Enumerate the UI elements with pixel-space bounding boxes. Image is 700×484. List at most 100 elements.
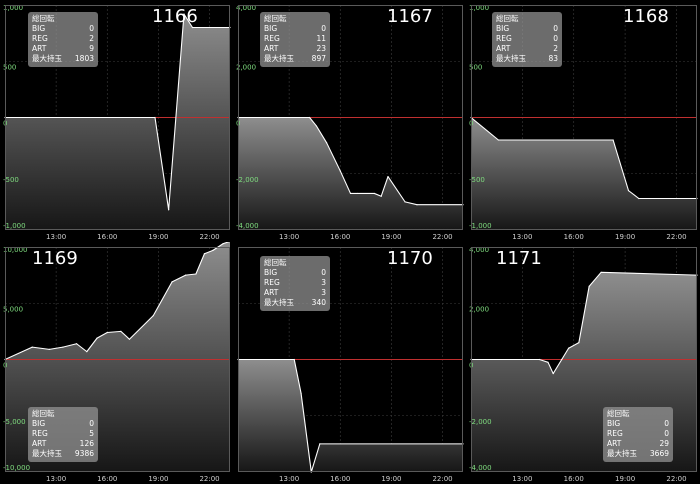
machine-number: 1170 [387,248,433,269]
y-tick-label: 1,000 [469,4,489,12]
data-point [561,358,563,361]
data-point [638,197,640,200]
stats-box: 総回転 BIG 0 REG 3 ART 3 最大持玉 340 [260,256,330,311]
stats-value: 0 [89,419,94,428]
data-point [203,253,206,255]
data-point [470,358,472,361]
stats-label: BIG [496,24,510,33]
stats-label: REG [32,34,48,43]
stats-row-art: ART 29 [607,439,669,449]
stats-value: 9 [89,44,94,53]
x-tick-label: 19:00 [615,233,635,241]
y-tick-label: -1,000 [3,222,26,230]
stats-value: 0 [321,268,326,277]
stats-row-max: 最大持玉 3669 [607,449,669,459]
y-tick-label: -2,000 [469,418,492,426]
stats-label: 最大持玉 [496,54,526,63]
y-tick-label: -1,000 [469,222,492,230]
y-tick-label: 0 [3,362,7,370]
stats-row-big: BIG 0 [32,419,94,429]
stats-label: ART [32,44,47,53]
stats-value: 29 [659,439,669,448]
stats-value: 0 [664,419,669,428]
y-tick-label: 0 [469,120,473,128]
machine-number: 1166 [152,6,198,27]
data-point [62,346,64,348]
data-point [168,209,170,211]
chart-panel-1167: 4,000 2,000 0 -2,000 -4,000 13:00 16:00 19:00 22… [233,0,466,242]
chart-panel-1170: 13:00 16:00 19:00 22:00 1170 総回転 BIG 0 REG 3 ART 3 最… [233,242,466,484]
data-point [696,274,698,276]
y-tick-label: 4,000 [236,4,256,12]
stats-box: 総回転 BIG 0 REG 0 ART 2 最大持玉 83 [492,12,562,67]
stats-value: 3669 [649,449,669,458]
chart-grid: 1,000 500 0 -500 -1,000 13:00 16:00 19:00 22:00 1… [0,0,700,484]
x-tick-label: 19:00 [381,475,401,483]
stats-label: REG [496,34,512,43]
y-tick-label: 500 [469,63,482,71]
data-point [152,315,154,317]
stats-value: 3 [321,278,326,287]
data-point [588,285,590,287]
chart-panel-1169: 10,000 5,000 0 -5,000 -10,000 13:00 16:00 19:00… [0,242,233,484]
data-point [191,26,194,29]
stats-label: REG [607,429,623,438]
data-point [4,358,6,361]
stats-value: 2 [89,34,94,43]
data-point [300,392,302,394]
stats-box: 総回転 BIG 0 REG 5 ART 126 最大持玉 9386 [28,407,98,462]
data-point [416,204,418,206]
data-point [308,116,311,119]
x-tick-label: 13:00 [46,233,66,241]
data-point [195,273,197,275]
stats-label: ART [32,439,47,448]
stats-value: 897 [311,54,326,63]
stats-row-reg: REG 0 [496,34,558,44]
stats-value: 11 [316,34,326,43]
stats-value: 126 [79,439,94,448]
y-tick-label: -500 [3,176,19,184]
y-tick-label: -10,000 [3,464,30,472]
data-point [48,348,50,350]
x-tick-label: 13:00 [46,475,66,483]
stats-row-art: ART 23 [264,44,326,54]
stats-value: 3 [321,288,326,297]
stats-row-art: ART 9 [32,44,94,54]
stats-value: 0 [553,34,558,43]
y-tick-label: 4,000 [469,246,489,254]
data-point [567,347,570,349]
data-point [31,346,33,348]
stats-value: 83 [548,54,558,63]
stats-value: 9386 [74,449,94,458]
stats-row-art: ART 3 [264,288,326,298]
data-point [171,281,173,283]
stats-label: ART [264,44,279,53]
y-tick-label: 2,000 [469,305,489,313]
data-point [319,443,321,445]
machine-number: 1167 [387,6,433,27]
stats-label: BIG [32,419,46,428]
stats-row-reg: REG 0 [607,429,669,439]
y-tick-label: -5,000 [3,418,26,426]
x-tick-label: 13:00 [512,233,532,241]
x-tick-label: 16:00 [330,233,350,241]
machine-number: 1169 [32,248,78,269]
data-point [387,175,389,178]
stats-label: BIG [264,268,278,277]
data-point [578,342,580,344]
stats-row-art: ART 126 [32,439,94,449]
stats-value: 2 [553,44,558,53]
stats-row-max: 最大持玉 1803 [32,54,94,64]
stats-total-label: 総回転 [32,409,55,418]
stats-label: 最大持玉 [32,54,62,63]
stats-label: 最大持玉 [264,298,294,307]
stats-label: REG [264,278,280,287]
data-point [538,358,541,361]
chart-panel-1171: 4,000 2,000 0 -2,000 -4,000 13:00 16:00 19:00 22… [466,242,700,484]
stats-box: 総回転 BIG 0 REG 11 ART 23 最大持玉 897 [260,12,330,67]
data-point [212,249,214,251]
stats-box: 総回転 BIG 0 REG 0 ART 29 最大持玉 3669 [603,407,673,462]
stats-label: BIG [607,419,621,428]
data-point [237,358,239,361]
stats-label: ART [607,439,622,448]
